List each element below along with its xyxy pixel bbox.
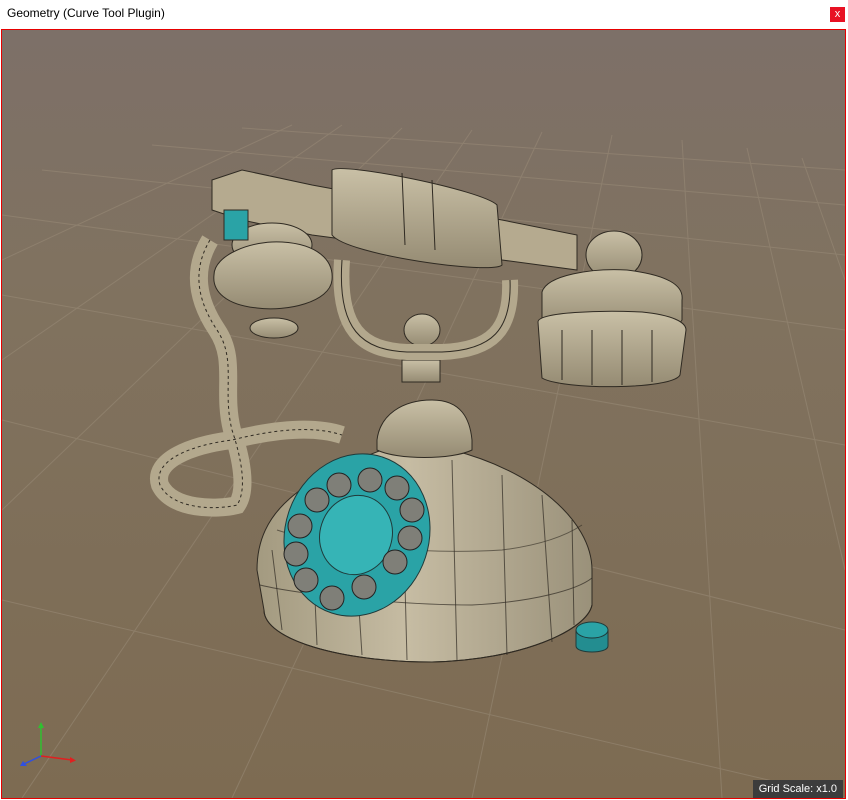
3d-viewport[interactable]: Grid Scale: x1.0: [1, 29, 846, 799]
grid-scale-label: Grid Scale: x1.0: [752, 780, 843, 798]
xyz-axis-icon: [20, 722, 76, 766]
scene-render[interactable]: [2, 30, 845, 798]
close-button[interactable]: x: [830, 7, 845, 22]
phone-stand: [333, 259, 519, 458]
window-title: Geometry (Curve Tool Plugin): [7, 6, 165, 20]
hook-button[interactable]: [575, 621, 609, 653]
app-window: Geometry (Curve Tool Plugin) x Grid Scal…: [0, 0, 848, 800]
close-icon[interactable]: x: [835, 8, 841, 20]
title-bar[interactable]: Geometry (Curve Tool Plugin) x: [0, 0, 848, 29]
